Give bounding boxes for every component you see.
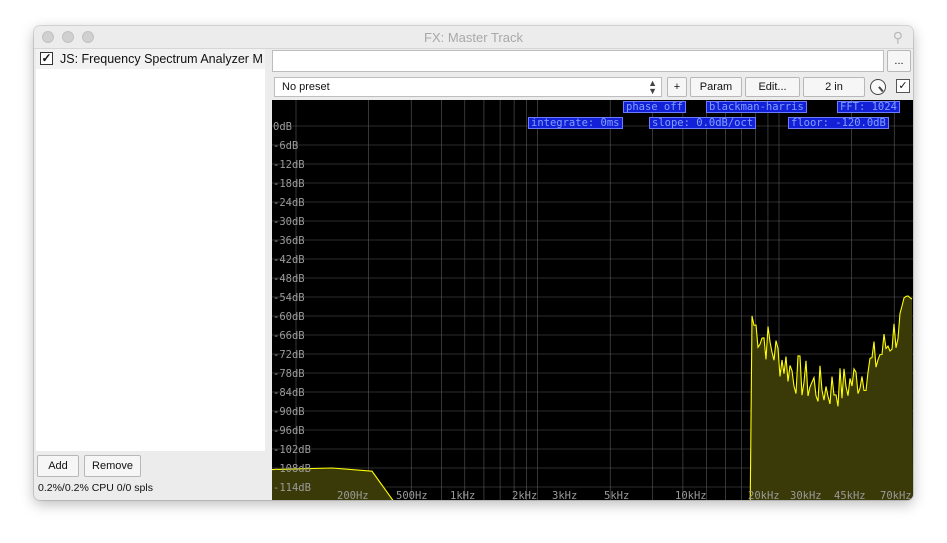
phase-setting[interactable]: phase off: [623, 101, 686, 113]
db-tick-label: -6dB: [273, 140, 298, 152]
db-tick-label: -36dB: [273, 235, 305, 247]
db-tick-label: -30dB: [273, 216, 305, 228]
preset-select[interactable]: No preset ▲ ▼: [274, 77, 662, 97]
db-tick-label: -60dB: [273, 311, 305, 323]
freq-tick-label: 20kHz: [748, 490, 780, 500]
db-tick-label: -84dB: [273, 387, 305, 399]
db-tick-label: -42dB: [273, 254, 305, 266]
db-tick-label: -78dB: [273, 368, 305, 380]
title-bar: FX: Master Track ⚲: [34, 26, 913, 49]
db-tick-label: -90dB: [273, 406, 305, 418]
db-tick-label: -66dB: [273, 330, 305, 342]
param-button[interactable]: Param: [690, 77, 742, 97]
db-tick-label: -72dB: [273, 349, 305, 361]
fx-window: FX: Master Track ⚲ ✓ JS: Frequency Spect…: [34, 26, 913, 500]
io-button[interactable]: 2 in: [803, 77, 865, 97]
add-preset-button[interactable]: +: [667, 77, 687, 97]
remove-fx-button[interactable]: Remove: [84, 455, 141, 477]
freq-tick-label: 10kHz: [675, 490, 707, 500]
floor-setting[interactable]: floor: -120.0dB: [788, 117, 889, 129]
db-tick-label: -114dB: [273, 482, 311, 494]
updown-arrows-icon: ▲ ▼: [648, 78, 657, 96]
db-tick-label: -54dB: [273, 292, 305, 304]
slope-setting[interactable]: slope: 0.0dB/oct: [649, 117, 757, 129]
freq-tick-label: 2kHz: [512, 490, 537, 500]
db-tick-label: -24dB: [273, 197, 305, 209]
freq-tick-label: 500Hz: [396, 490, 428, 500]
freq-tick-label: 1kHz: [450, 490, 475, 500]
window-title: FX: Master Track: [424, 30, 523, 45]
fx-name-field[interactable]: [272, 50, 884, 72]
add-fx-button[interactable]: Add: [37, 455, 79, 477]
freq-tick-label: 3kHz: [552, 490, 577, 500]
fx-chain-list[interactable]: ✓ JS: Frequency Spectrum Analyzer M: [36, 49, 265, 451]
fx-list-item[interactable]: ✓ JS: Frequency Spectrum Analyzer M: [36, 49, 265, 69]
more-button[interactable]: ...: [887, 50, 911, 72]
spectrum-display[interactable]: 0dB -6dB -12dB -18dB -24dB -30dB -36dB -42dB -48…: [272, 100, 913, 500]
preset-value: No preset: [282, 81, 330, 93]
db-tick-label: -48dB: [273, 273, 305, 285]
fft-setting[interactable]: FFT: 1024: [837, 101, 900, 113]
freq-tick-label: 200Hz: [337, 490, 369, 500]
fx-name: JS: Frequency Spectrum Analyzer M: [60, 52, 263, 66]
pin-icon[interactable]: ⚲: [893, 29, 903, 46]
freq-tick-label: 45kHz: [834, 490, 866, 500]
db-tick-label: -18dB: [273, 178, 305, 190]
freq-tick-label: 5kHz: [604, 490, 629, 500]
freq-tick-label: 30kHz: [790, 490, 822, 500]
bypass-checkbox[interactable]: ✓: [896, 79, 910, 93]
fx-enable-checkbox[interactable]: ✓: [40, 52, 53, 65]
wet-knob[interactable]: [870, 79, 886, 95]
window-setting[interactable]: blackman-harris: [706, 101, 807, 113]
freq-tick-label: 70kHz: [880, 490, 912, 500]
db-tick-label: -12dB: [273, 159, 305, 171]
edit-button[interactable]: Edit...: [745, 77, 800, 97]
cpu-status: 0.2%/0.2% CPU 0/0 spls: [38, 482, 153, 494]
db-tick-label: 0dB: [273, 121, 292, 133]
db-tick-label: -96dB: [273, 425, 305, 437]
db-tick-label: -108dB: [273, 463, 311, 475]
integrate-setting[interactable]: integrate: 0ms: [528, 117, 623, 129]
spectrum-graph: 0dB -6dB -12dB -18dB -24dB -30dB -36dB -42dB -48…: [272, 100, 913, 500]
db-tick-label: -102dB: [273, 444, 311, 456]
